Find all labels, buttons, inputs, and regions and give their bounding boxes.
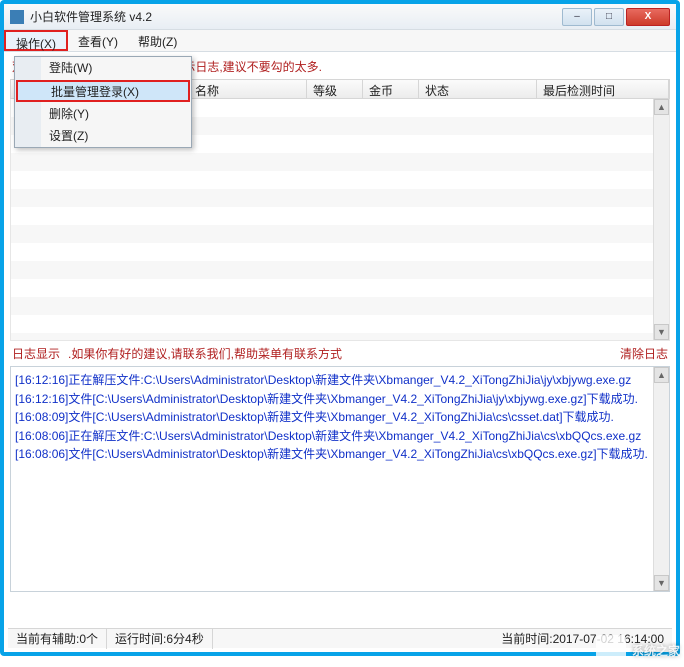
log-line: [16:12:16]文件[C:\Users\Administrator\Desk… xyxy=(15,390,665,409)
status-runtime: 运行时间:6分4秒 xyxy=(107,628,213,649)
menubar: 操作(X) 查看(Y) 帮助(Z) xyxy=(4,30,676,52)
log-line: [16:08:06]正在解压文件:C:\Users\Administrator\… xyxy=(15,427,665,446)
log-scrollbar[interactable]: ▲ ▼ xyxy=(653,367,669,591)
log-line: [16:08:09]文件[C:\Users\Administrator\Desk… xyxy=(15,408,665,427)
scroll-track[interactable] xyxy=(654,115,669,324)
log-header: 日志显示 .如果你有好的建议,请联系我们,帮助菜单有联系方式 清除日志 xyxy=(4,341,676,366)
menu-view[interactable]: 查看(Y) xyxy=(68,30,128,51)
statusbar: 当前有辅助:0个 运行时间:6分4秒 当前时间:2017-07-02 16:14… xyxy=(8,628,672,648)
scroll-down-icon[interactable]: ▼ xyxy=(654,575,669,591)
log-line: [16:12:16]正在解压文件:C:\Users\Administrator\… xyxy=(15,371,665,390)
window-title: 小白软件管理系统 v4.2 xyxy=(30,8,562,25)
titlebar[interactable]: 小白软件管理系统 v4.2 – □ X xyxy=(4,4,676,30)
minimize-button[interactable]: – xyxy=(562,8,592,26)
menu-item-settings[interactable]: 设置(Z) xyxy=(15,125,191,147)
col-lastcheck[interactable]: 最后检测时间 xyxy=(537,80,669,98)
status-assist-count: 当前有辅助:0个 xyxy=(8,628,107,649)
log-line: [16:08:06]文件[C:\Users\Administrator\Desk… xyxy=(15,445,665,464)
maximize-button[interactable]: □ xyxy=(594,8,624,26)
scroll-track[interactable] xyxy=(654,383,669,575)
clear-log-link[interactable]: 清除日志 xyxy=(620,345,668,362)
log-textarea[interactable]: [16:12:16]正在解压文件:C:\Users\Administrator\… xyxy=(10,366,670,592)
app-window: 小白软件管理系统 v4.2 – □ X 操作(X) 查看(Y) 帮助(Z) 双击… xyxy=(0,0,680,656)
log-tip: .如果你有好的建议,请联系我们,帮助菜单有联系方式 xyxy=(68,345,620,362)
close-button[interactable]: X xyxy=(626,8,670,26)
menu-operate[interactable]: 操作(X) xyxy=(4,30,68,51)
col-name[interactable]: 名称 xyxy=(189,80,307,98)
operate-dropdown: 登陆(W) 批量管理登录(X) 删除(Y) 设置(Z) xyxy=(14,56,192,148)
status-clock: 当前时间:2017-07-02 16:14:00 xyxy=(493,628,672,649)
log-content: [16:12:16]正在解压文件:C:\Users\Administrator\… xyxy=(11,367,669,468)
menu-item-delete[interactable]: 删除(Y) xyxy=(15,103,191,125)
scroll-up-icon[interactable]: ▲ xyxy=(654,367,669,383)
scroll-down-icon[interactable]: ▼ xyxy=(654,324,669,340)
menu-item-batch-login[interactable]: 批量管理登录(X) xyxy=(16,80,190,102)
scroll-up-icon[interactable]: ▲ xyxy=(654,99,669,115)
menu-help[interactable]: 帮助(Z) xyxy=(128,30,187,51)
col-gold[interactable]: 金币 xyxy=(363,80,419,98)
col-level[interactable]: 等级 xyxy=(307,80,363,98)
app-icon xyxy=(10,10,24,24)
grid-scrollbar[interactable]: ▲ ▼ xyxy=(653,99,669,340)
col-status[interactable]: 状态 xyxy=(419,80,537,98)
log-label: 日志显示 xyxy=(12,345,60,362)
menu-item-login[interactable]: 登陆(W) xyxy=(15,57,191,79)
window-controls: – □ X xyxy=(562,8,670,26)
